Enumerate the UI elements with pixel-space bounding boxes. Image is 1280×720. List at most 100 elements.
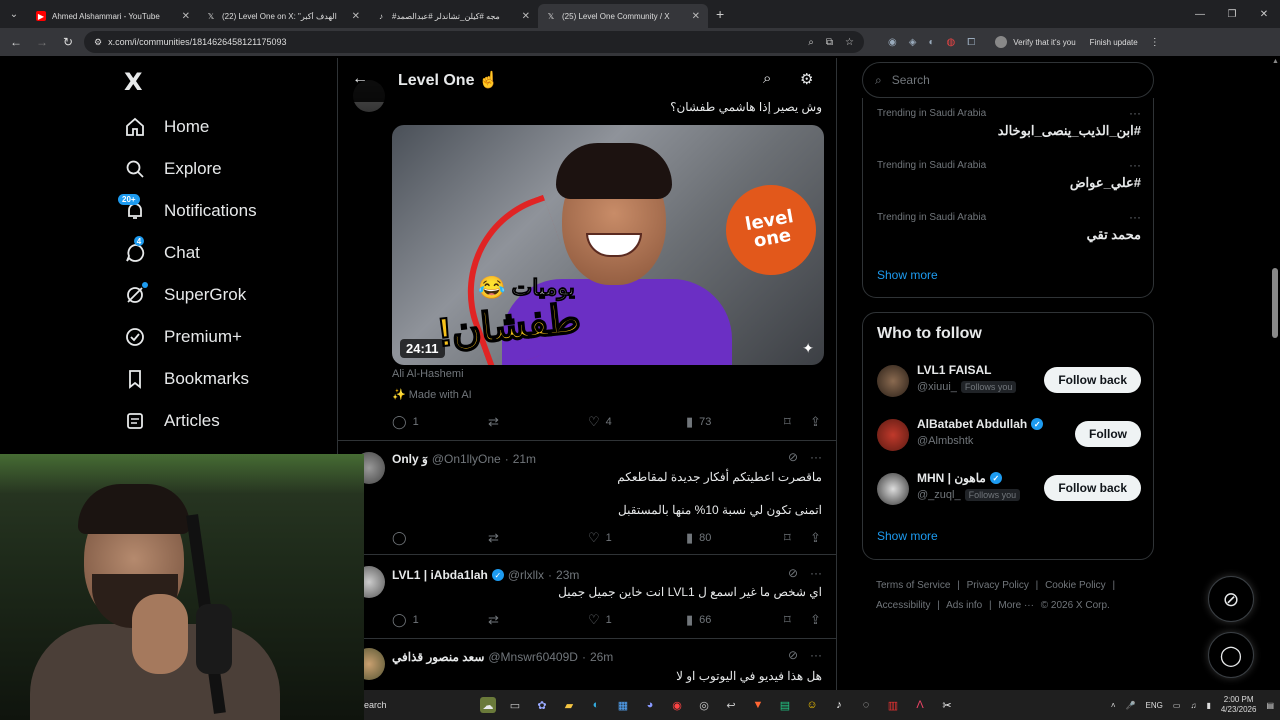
more-icon[interactable]: ···	[1129, 210, 1141, 224]
avatar[interactable]	[877, 365, 909, 397]
app-icon[interactable]: ◌	[858, 697, 874, 713]
microphone-icon[interactable]: 🎤	[1126, 701, 1136, 710]
bookmark-button[interactable]: ⌑	[784, 612, 791, 628]
more-icon[interactable]: ···	[810, 566, 822, 580]
new-tab-icon[interactable]: +	[716, 6, 724, 22]
timestamp[interactable]: 26m	[590, 650, 613, 664]
follow-back-button[interactable]: Follow back	[1044, 475, 1141, 501]
nav-supergrok[interactable]: SuperGrok	[124, 278, 246, 312]
copilot-icon[interactable]: ✿	[534, 697, 550, 713]
task-view-icon[interactable]: ▭	[507, 697, 523, 713]
more-icon[interactable]: ⋮	[1150, 37, 1160, 48]
views-button[interactable]: ▮ 73	[686, 414, 711, 430]
close-window-icon[interactable]: ✕	[1248, 0, 1280, 28]
app-icon[interactable]: ↩	[723, 697, 739, 713]
reply-button[interactable]: ◯ 1	[392, 612, 419, 628]
avatar[interactable]	[877, 473, 909, 505]
scroll-up-icon[interactable]: ▲	[1272, 58, 1279, 65]
finish-update-button[interactable]: Finish update	[1090, 38, 1138, 47]
more-icon[interactable]: ···	[1129, 158, 1141, 172]
close-icon[interactable]: ✕	[522, 11, 530, 22]
network-icon[interactable]: ▭	[1173, 701, 1181, 710]
extension-icon[interactable]: ◍	[946, 37, 955, 48]
widgets-icon[interactable]: ☁	[480, 697, 496, 713]
repost-button[interactable]: ⇄	[488, 414, 499, 430]
repost-button[interactable]: ⇄	[488, 530, 499, 546]
nav-premium[interactable]: Premium+	[124, 320, 242, 354]
share-button[interactable]: ⇪	[810, 414, 821, 430]
edge-icon[interactable]: ◐	[588, 697, 604, 713]
footer-link[interactable]: More ···	[998, 600, 1034, 611]
follow-suggestion[interactable]: LVL1 FAISAL @xiuui_ Follows you Follow ba…	[877, 363, 1141, 399]
messages-fab-icon[interactable]: ◯	[1208, 632, 1254, 678]
puzzle-icon[interactable]: ⧠	[967, 37, 975, 48]
views-button[interactable]: ▮ 66	[686, 612, 711, 628]
trend-item[interactable]: Trending in Saudi Arabia ··· محمد تقي	[877, 210, 1141, 243]
like-button[interactable]: ♡ 1	[588, 530, 612, 546]
bookmark-button[interactable]: ⌑	[784, 414, 791, 430]
close-icon[interactable]: ✕	[352, 11, 360, 22]
views-button[interactable]: ▮ 80	[686, 530, 711, 546]
like-button[interactable]: ♡ 1	[588, 612, 612, 628]
chrome-icon[interactable]: ◉	[669, 697, 685, 713]
notifications-icon[interactable]: ▤	[1266, 701, 1274, 710]
discord-icon[interactable]: ◕	[642, 697, 658, 713]
back-icon[interactable]: ←	[6, 35, 26, 49]
tray-expand-icon[interactable]: ˄	[1111, 701, 1116, 710]
more-icon[interactable]: ···	[810, 450, 822, 464]
search-icon[interactable]: ⌕	[763, 70, 771, 87]
follow-back-button[interactable]: Follow back	[1044, 367, 1141, 393]
browser-tab[interactable]: ♪ #مجه #كيلن_تشاندلر #عبدالصمد ✕	[368, 4, 538, 28]
follow-suggestion[interactable]: MHN | ماهون ✓ @_zuql_ Follows you Follow b…	[877, 471, 1141, 507]
nav-home[interactable]: Home	[124, 110, 209, 144]
tiktok-icon[interactable]: ♪	[831, 697, 847, 713]
browser-tab[interactable]: ▶ Ahmed Alshammari - YouTube ✕	[28, 4, 198, 28]
like-button[interactable]: ♡ 4	[588, 414, 612, 430]
back-arrow-icon[interactable]: ←	[352, 70, 368, 88]
avatar[interactable]	[877, 419, 909, 451]
minimize-icon[interactable]: —	[1184, 0, 1216, 28]
browser-tab[interactable]: 𝕏 (22) Level One on X: "الهدف أكبر ✕	[198, 4, 368, 28]
capcut-icon[interactable]: ✂	[939, 697, 955, 713]
handle[interactable]: @Mnswr60409D	[488, 650, 578, 664]
extension-icon[interactable]: ◈	[909, 37, 917, 48]
timestamp[interactable]: 23m	[556, 568, 579, 582]
follow-button[interactable]: Follow	[1075, 421, 1141, 447]
star-icon[interactable]: ☆	[845, 37, 854, 48]
media-credit[interactable]: Ali Al-Hashemi	[392, 368, 464, 380]
footer-link[interactable]: Ads info	[946, 600, 982, 611]
app-icon[interactable]: ▥	[885, 697, 901, 713]
file-explorer-icon[interactable]: ▰	[561, 697, 577, 713]
nav-articles[interactable]: Articles	[124, 404, 220, 438]
display-name[interactable]: LVL1 | iAbda1lah	[392, 568, 488, 582]
site-info-icon[interactable]: ⚙	[94, 37, 102, 48]
install-icon[interactable]: ⧉	[826, 37, 833, 48]
grok-icon[interactable]: ⊘	[788, 648, 798, 662]
language-indicator[interactable]: ENG	[1146, 701, 1163, 710]
follow-suggestion[interactable]: AlBatabet Abdullah ✓ @Almbshtk Follow	[877, 417, 1141, 453]
zoom-icon[interactable]: ⌕	[808, 37, 814, 48]
app-icon[interactable]: ☺	[804, 697, 820, 713]
nav-chat[interactable]: 4 Chat	[124, 236, 200, 270]
gear-icon[interactable]: ⚙	[800, 70, 813, 88]
battery-icon[interactable]: ▮	[1206, 701, 1210, 710]
taskbar-search[interactable]: earch	[364, 700, 474, 710]
steam-icon[interactable]: ◎	[696, 697, 712, 713]
handle[interactable]: @On1llyOne	[432, 452, 501, 466]
extension-icon[interactable]: ◐	[928, 37, 934, 48]
trend-item[interactable]: Trending in Saudi Arabia ··· #علي_عواض	[877, 158, 1141, 191]
handle[interactable]: @rlxllx	[508, 568, 544, 582]
volume-icon[interactable]: ♫	[1190, 701, 1196, 710]
footer-link[interactable]: Cookie Policy	[1045, 580, 1106, 591]
profile-button[interactable]: Verify that it's you	[995, 36, 1076, 48]
reload-icon[interactable]: ↻	[58, 35, 78, 49]
grok-icon[interactable]: ⊘	[788, 450, 798, 464]
app-icon[interactable]: Λ	[912, 697, 928, 713]
x-logo-icon[interactable]: X	[124, 68, 143, 96]
close-icon[interactable]: ✕	[182, 11, 190, 22]
brave-icon[interactable]: ▼	[750, 697, 766, 713]
show-more-link[interactable]: Show more	[877, 529, 938, 543]
nav-bookmarks[interactable]: Bookmarks	[124, 362, 249, 396]
footer-link[interactable]: Privacy Policy	[967, 580, 1029, 591]
nav-explore[interactable]: Explore	[124, 152, 222, 186]
